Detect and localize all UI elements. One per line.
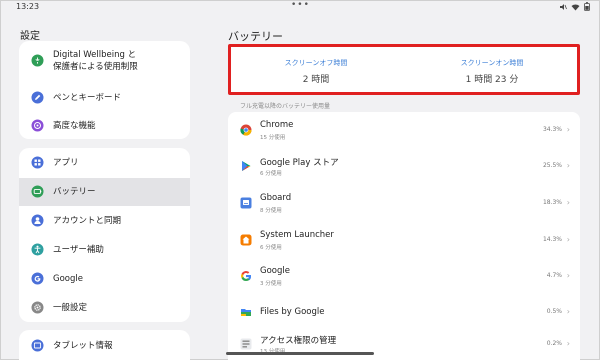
settings-group-2: アプリ バッテリー アカウントと同期 ユーザー補助 Google 一般設定 [19, 148, 190, 322]
app-name: Chrome [260, 120, 294, 130]
app-name: Files by Google [260, 307, 325, 317]
app-usage-time: 8 分使用 [260, 208, 282, 214]
sidebar-item-label: タブレット情報 [53, 341, 113, 351]
tablet-icon [31, 339, 44, 352]
sidebar-item-label: 一般設定 [53, 303, 88, 313]
sidebar-item-tablet-info[interactable]: タブレット情報 [19, 332, 190, 358]
google-icon [240, 270, 252, 282]
sidebar-item-label: Google [53, 274, 83, 284]
app-row-chrome[interactable]: Chrome 15 分使用 34.3% › [228, 112, 580, 148]
sidebar-item-google[interactable]: Google [19, 265, 190, 293]
app-name: アクセス権限の管理 [260, 336, 337, 346]
chevron-right-icon: › [566, 161, 570, 170]
sidebar-item-accessibility[interactable]: ユーザー補助 [19, 236, 190, 264]
battery-icon [584, 2, 590, 11]
settings-title: 設定 [20, 31, 40, 42]
gboard-icon [240, 197, 252, 209]
pen-icon [31, 91, 44, 104]
app-row-play-store[interactable]: Google Play ストア 6 分使用 25.5% › [228, 148, 580, 184]
sidebar-item-general-settings[interactable]: 一般設定 [19, 294, 190, 322]
sidebar-item-pen-keyboard[interactable]: ペンとキーボード [19, 85, 190, 111]
chevron-right-icon: › [566, 339, 570, 348]
sidebar-item-label: バッテリー [53, 187, 96, 197]
wifi-icon [571, 3, 580, 11]
sidebar-item-advanced-features[interactable]: 高度な機能 [19, 113, 190, 139]
gear-icon [31, 301, 44, 314]
sidebar-item-digital-wellbeing[interactable]: Digital Wellbeing と 保護者による使用制限 [19, 41, 190, 81]
app-percentage: 25.5% [542, 162, 562, 169]
app-usage-time: 3 分使用 [260, 281, 282, 287]
app-percentage: 4.7% [546, 272, 562, 279]
app-percentage: 14.3% [542, 236, 562, 243]
launcher-icon [240, 234, 252, 246]
app-name: Google [260, 266, 290, 276]
settings-group-3: タブレット情報 [19, 330, 190, 360]
advanced-features-icon [31, 119, 44, 132]
wellbeing-icon [31, 54, 44, 67]
highlight-box [228, 44, 580, 95]
page-title: バッテリー [228, 30, 283, 43]
home-indicator[interactable] [226, 352, 374, 355]
app-row-system-launcher[interactable]: System Launcher 6 分使用 14.3% › [228, 222, 580, 258]
app-percentage: 18.3% [542, 199, 562, 206]
status-icons [559, 2, 590, 11]
sidebar-item-label: アプリ [53, 158, 79, 168]
app-name: Gboard [260, 193, 292, 203]
status-bar: 13:23 ••• [0, 0, 600, 14]
app-usage-time: 6 分使用 [260, 171, 282, 177]
app-row-files-by-google[interactable]: Files by Google 0.5% › [228, 294, 580, 330]
chevron-right-icon: › [566, 235, 570, 244]
mute-icon [559, 3, 567, 11]
app-usage-time: 15 分使用 [260, 135, 286, 141]
sidebar-item-label: ペンとキーボード [53, 93, 122, 103]
chevron-right-icon: › [566, 271, 570, 280]
account-icon [31, 214, 44, 227]
sidebar-item-label: アカウントと同期 [53, 216, 122, 226]
window-handle-dots[interactable]: ••• [291, 0, 310, 10]
section-label: フル充電以降のバッテリー使用量 [240, 103, 331, 110]
google-icon [31, 272, 44, 285]
app-percentage: 34.3% [542, 126, 562, 133]
chevron-right-icon: › [566, 125, 570, 134]
permission-icon [240, 338, 252, 350]
app-name: Google Play ストア [260, 158, 339, 168]
apps-icon [31, 156, 44, 169]
sidebar-item-apps[interactable]: アプリ [19, 149, 190, 177]
sidebar-item-label: Digital Wellbeing と 保護者による使用制限 [53, 50, 138, 72]
app-row-google[interactable]: Google 3 分使用 4.7% › [228, 258, 580, 294]
app-usage-time: 6 分使用 [260, 245, 282, 251]
chevron-right-icon: › [566, 198, 570, 207]
battery-usage-list: Chrome 15 分使用 34.3% › Google Play ストア 6 … [228, 112, 580, 360]
app-row-gboard[interactable]: Gboard 8 分使用 18.3% › [228, 185, 580, 221]
app-percentage: 0.5% [546, 308, 562, 315]
battery-icon [31, 185, 44, 198]
play-store-icon [240, 160, 252, 172]
settings-group-1: Digital Wellbeing と 保護者による使用制限 ペンとキーボード … [19, 41, 190, 139]
sidebar-item-label: 高度な機能 [53, 121, 96, 131]
files-icon [240, 306, 252, 318]
sidebar-item-label: ユーザー補助 [53, 245, 104, 255]
app-name: System Launcher [260, 230, 334, 240]
status-time: 13:23 [16, 2, 40, 11]
chevron-right-icon: › [566, 307, 570, 316]
chrome-icon [240, 124, 252, 136]
sidebar-item-accounts-sync[interactable]: アカウントと同期 [19, 207, 190, 235]
accessibility-icon [31, 243, 44, 256]
app-percentage: 0.2% [546, 340, 562, 347]
sidebar-item-battery[interactable]: バッテリー [19, 178, 190, 206]
